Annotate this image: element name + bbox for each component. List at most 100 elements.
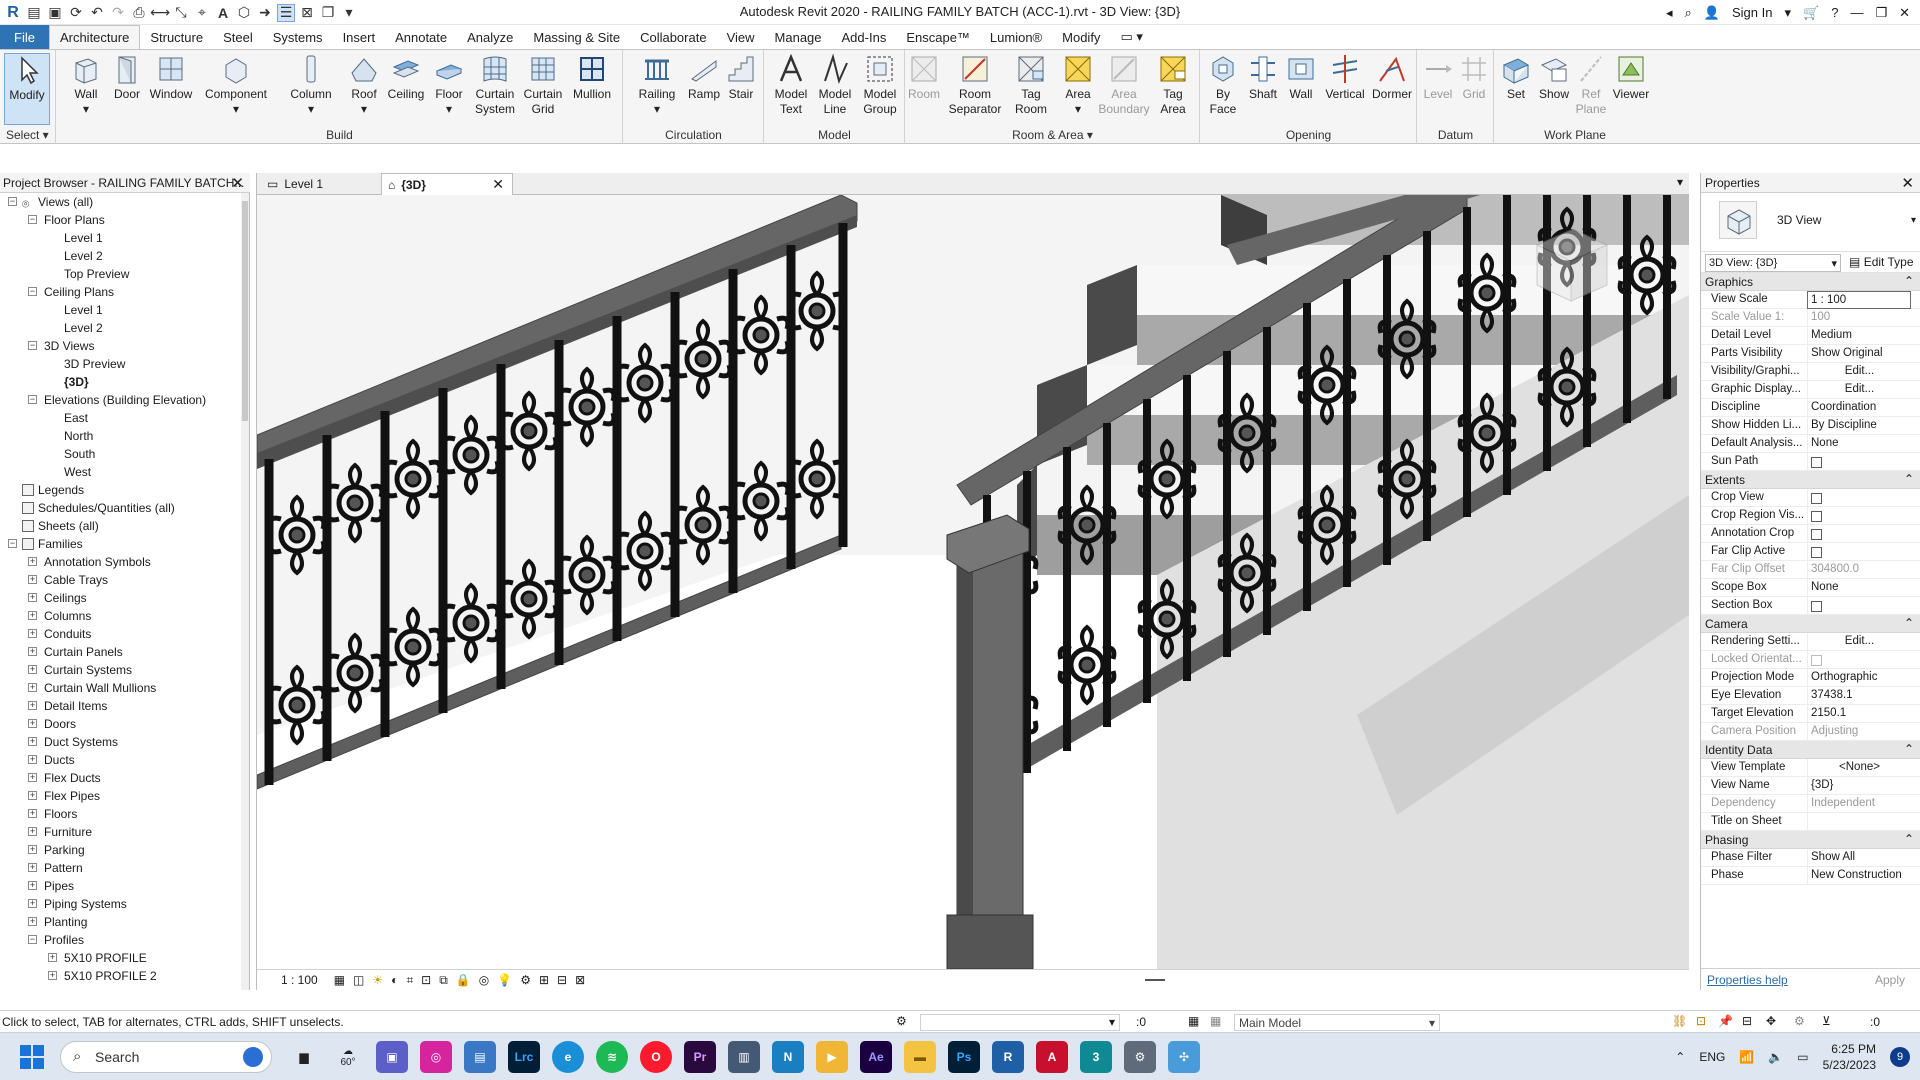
tab-add-ins[interactable]: Add-Ins [832,25,897,49]
select-panel-label[interactable]: Select ▾ [0,128,55,142]
tree-item[interactable]: + Piping Systems [0,895,240,913]
sketchup-icon[interactable]: ▥ [728,1041,760,1073]
browser-scrollbar[interactable] [241,193,249,990]
dormer-button[interactable]: Dormer [1369,53,1415,102]
property-value[interactable]: 2150.1 [1807,705,1911,723]
checkbox[interactable] [1811,511,1822,522]
property-checkbox[interactable] [1807,489,1911,507]
close-icon[interactable]: ✕ [231,174,244,192]
text-icon[interactable]: A [214,4,232,22]
edge-icon[interactable]: e [552,1041,584,1073]
tab-lumion[interactable]: Lumion® [980,25,1052,49]
expand-icon[interactable]: + [28,773,37,782]
tree-item[interactable]: {3D} [0,373,240,391]
tree-item[interactable]: + Planting [0,913,240,931]
expand-icon[interactable]: + [28,593,37,602]
settings-icon[interactable]: ⚙ [1124,1041,1156,1073]
tab-collaborate[interactable]: Collaborate [630,25,717,49]
lightroom-icon[interactable]: Lrc [508,1041,540,1073]
collapse-icon[interactable]: − [28,215,37,224]
horizontal-scrollbar[interactable] [1145,979,1165,981]
door-button[interactable]: Door [107,53,147,102]
railing-button[interactable]: Railing ▾ [634,53,680,117]
room-button[interactable]: Room [906,53,942,102]
sync-icon[interactable]: ⟳ [67,4,85,22]
tabs-menu-icon[interactable]: ▾ [1677,175,1683,189]
redo-icon[interactable]: ↷ [109,4,127,22]
tree-item[interactable]: +5X10 PROFILE [0,949,240,967]
minimize-icon[interactable]: — [1850,5,1863,20]
property-group-header[interactable]: Phasing ⌃ [1701,831,1920,849]
view-scale[interactable]: 1 : 100 [281,973,318,987]
tab-modify[interactable]: Modify [1052,25,1110,49]
tab-massing-site[interactable]: Massing & Site [523,25,630,49]
vertical-button[interactable]: Vertical [1321,53,1369,102]
tab-systems[interactable]: Systems [263,25,333,49]
tree-item[interactable]: + Pipes [0,877,240,895]
view-cube[interactable] [1535,228,1609,302]
tree-item[interactable]: − ⌾ Views (all) [0,193,240,211]
property-value[interactable]: Orthographic [1807,669,1911,687]
property-value[interactable]: 37438.1 [1807,687,1911,705]
expand-icon[interactable]: + [28,881,37,890]
worksharing-icon[interactable]: ⚙ [520,973,531,987]
room-separator-button[interactable]: Room Separator [944,53,1006,117]
collapse-group-icon[interactable]: ⌃ [1904,616,1914,630]
expand-icon[interactable]: + [28,917,37,926]
collapse-icon[interactable]: − [28,395,37,404]
collapse-icon[interactable]: − [28,287,37,296]
type-selector[interactable]: 3D View ▾ [1701,193,1920,251]
show-button[interactable]: Show [1535,53,1573,102]
expand-icon[interactable]: + [28,809,37,818]
collapse-group-icon[interactable]: ⌃ [1904,274,1914,288]
type-dropdown-icon[interactable]: ▾ [1911,215,1916,226]
reveal-hidden-icon[interactable]: 💡 [497,973,512,987]
property-value[interactable]: New Construction [1807,867,1911,885]
visual-style-icon[interactable]: ◫ [353,973,364,987]
instagram-icon[interactable]: ◎ [420,1041,452,1073]
tab-manage[interactable]: Manage [765,25,832,49]
chart-app-icon[interactable]: ▤ [464,1041,496,1073]
tab-steel[interactable]: Steel [213,25,263,49]
tree-item[interactable]: West [0,463,240,481]
sun-path-icon[interactable]: ☀ [372,973,383,987]
measure-icon[interactable]: ⟷ [150,4,170,22]
photoshop-icon[interactable]: Ps [948,1041,980,1073]
file-explorer-icon[interactable]: ▬ [904,1041,936,1073]
tree-item[interactable]: + Ducts [0,751,240,769]
tree-item[interactable]: North [0,427,240,445]
close-window-icon[interactable]: ✕ [1899,5,1910,21]
3d-view-icon[interactable]: ⬡ [235,4,253,22]
3ds-max-icon[interactable]: 3 [1080,1041,1112,1073]
area-boundary-button[interactable]: Area Boundary [1098,53,1150,117]
search-back-icon[interactable]: ◂ [1666,5,1673,21]
property-value[interactable]: None [1807,435,1911,453]
ramp-button[interactable]: Ramp [684,53,724,102]
shaft-button[interactable]: Shaft [1243,53,1283,102]
collapse-group-icon[interactable]: ⌃ [1904,742,1914,756]
property-value[interactable]: Show Original [1807,345,1911,363]
property-value[interactable]: Coordination [1807,399,1911,417]
select-links-icon[interactable]: ⛓ [1672,1014,1687,1028]
curtain-system-button[interactable]: Curtain System [472,53,518,117]
tree-item[interactable]: 3D Preview [0,355,240,373]
drag-elements-icon[interactable]: ✥ [1766,1014,1776,1028]
tree-item[interactable]: + Flex Pipes [0,787,240,805]
tab-level-1[interactable]: ▭ Level 1 [261,173,379,195]
tree-item[interactable]: East [0,409,240,427]
scrollbar-thumb[interactable] [242,201,248,421]
crop-view-icon[interactable]: ⊡ [421,973,431,987]
collapse-icon[interactable]: − [8,539,17,548]
properties-help-link[interactable]: Properties help [1707,973,1788,987]
by-face-button[interactable]: By Face [1205,53,1241,117]
background-process-icon[interactable]: ⚙ [1794,1014,1805,1028]
tag-room-button[interactable]: Tag Room [1006,53,1056,117]
property-value[interactable] [1807,813,1911,831]
wall-button[interactable]: Wall ▾ [63,53,109,117]
worksets-icon[interactable]: ⚙ [896,1014,907,1028]
teams-icon[interactable]: ▣ [376,1041,408,1073]
dropdown-arrow-icon[interactable]: ▾ [1784,5,1791,21]
model-line-button[interactable]: Model Line [813,53,857,117]
design-options-icon[interactable]: ▦ [1210,1014,1221,1028]
expand-icon[interactable]: + [28,647,37,656]
